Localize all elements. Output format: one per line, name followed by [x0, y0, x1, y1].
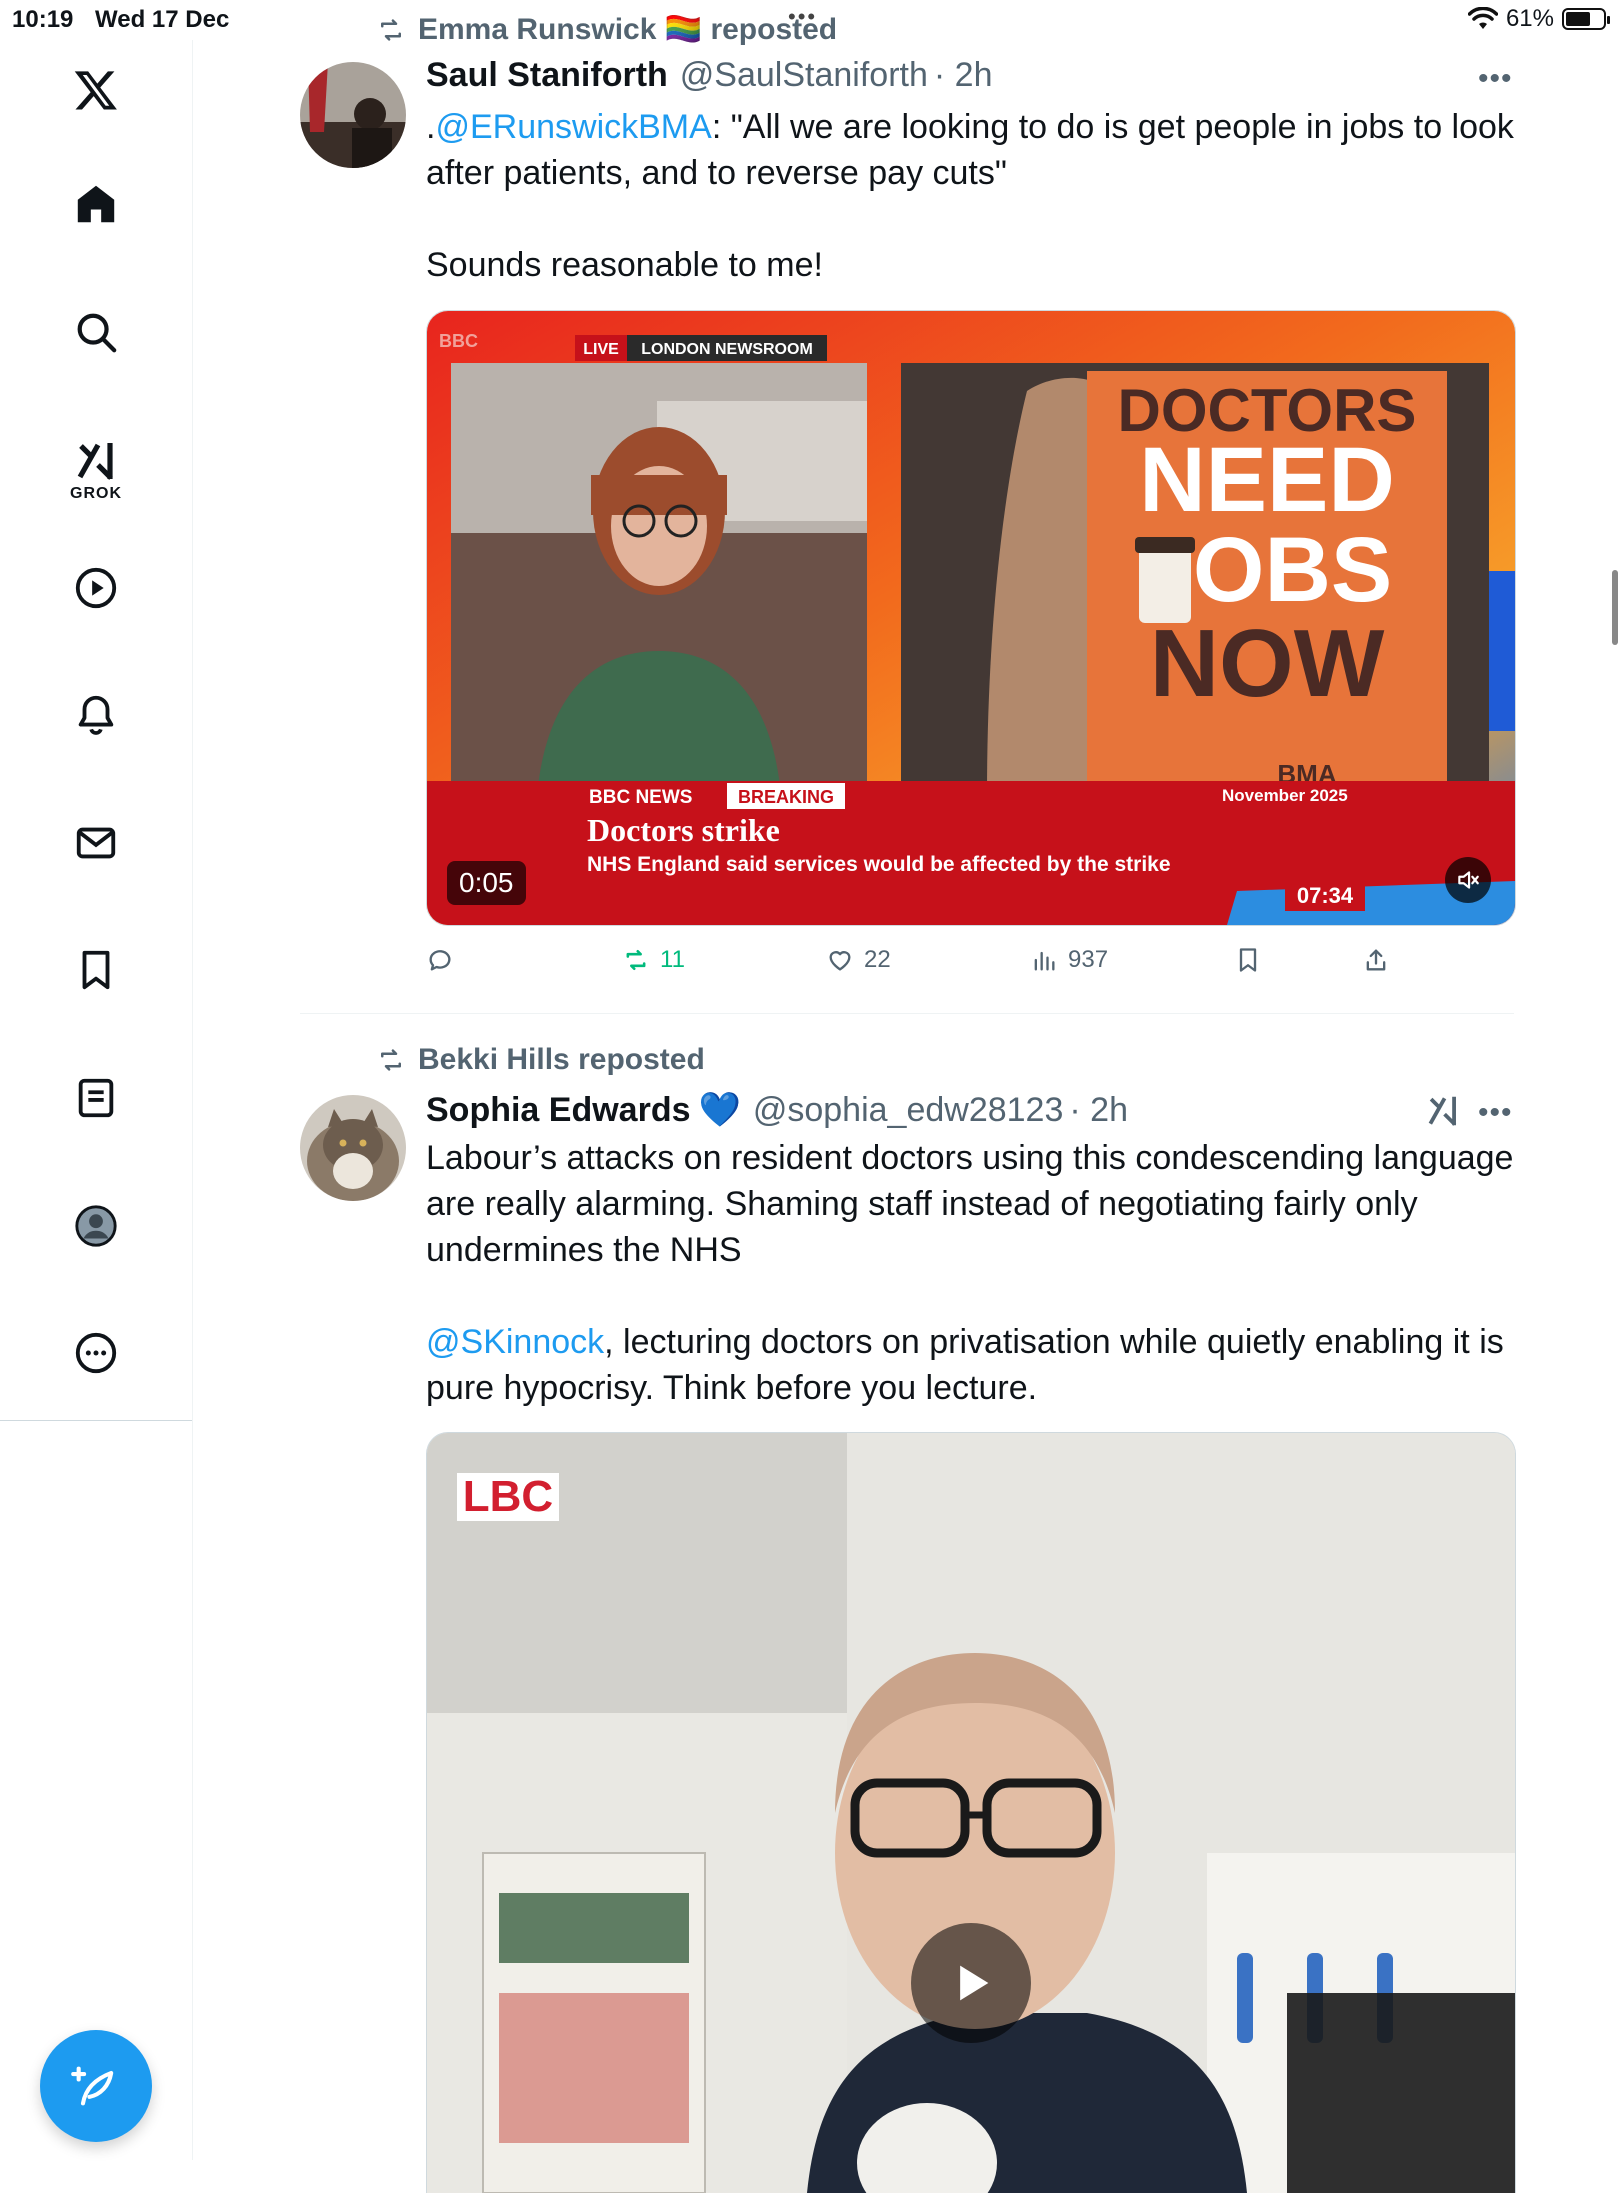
sign-text-line2: NEED [1139, 429, 1395, 531]
sidebar-item-explore[interactable] [66, 302, 126, 362]
mention-link[interactable]: @ERunswickBMA [435, 108, 711, 146]
video-player[interactable]: LBC [426, 1432, 1516, 2193]
post-text: .@ERunswickBMA: "All we are looking to d… [426, 104, 1516, 288]
compose-post-button[interactable] [40, 2030, 152, 2142]
author-name[interactable]: Sophia Edwards [426, 1091, 691, 1130]
ticker-tag: BREAKING [738, 787, 834, 807]
repost-button[interactable]: 11 [622, 946, 685, 974]
bookmark-icon [1239, 948, 1257, 972]
share-icon [1366, 949, 1386, 971]
sidebar-item-more[interactable] [66, 1323, 126, 1383]
play-circle-icon [75, 567, 117, 609]
grok-explain-button[interactable] [1424, 1092, 1464, 1132]
sidebar-divider [0, 1420, 192, 1421]
play-icon [960, 1965, 989, 2001]
battery-percent: 61% [1505, 5, 1554, 32]
post-divider [300, 1013, 1514, 1014]
author-name[interactable]: Saul Staniforth [426, 56, 668, 95]
like-count: 22 [864, 946, 891, 973]
mail-icon [76, 827, 116, 859]
repost-context-label: Emma Runswick 🏳️‍🌈 reposted [418, 13, 838, 46]
sidebar-item-bookmarks[interactable] [66, 940, 126, 1000]
sidebar-item-video[interactable] [66, 558, 126, 618]
repost-icon [626, 949, 646, 971]
repost-count: 11 [660, 946, 685, 973]
live-location: LONDON NEWSROOM [641, 341, 813, 358]
profile-avatar-icon [75, 1205, 117, 1247]
repost-context: Emma Runswick 🏳️‍🌈 reposted [376, 12, 837, 47]
scrollbar-thumb[interactable] [1612, 570, 1618, 645]
post-text: Labour’s attacks on resident doctors usi… [426, 1135, 1516, 1411]
author-handle[interactable]: @SaulStaniforth [680, 56, 928, 95]
mention-link[interactable]: @SKinnock [426, 1323, 604, 1361]
bookmark-button[interactable] [1234, 946, 1262, 974]
avatar[interactable] [300, 62, 406, 168]
ticker-brand: BBC NEWS [589, 787, 692, 808]
sidebar-item-lists[interactable] [66, 1068, 126, 1128]
more-circle-icon [75, 1332, 117, 1374]
ticker-clock: 07:34 [1297, 883, 1354, 908]
reply-button[interactable] [426, 946, 454, 974]
repost-icon [381, 1049, 401, 1071]
sidebar-item-profile[interactable] [66, 1196, 126, 1256]
post-time[interactable]: · 2h [934, 56, 993, 95]
sidebar-item-grok-label: GROK [70, 485, 122, 502]
status-date: Wed 17 Dec [95, 6, 230, 33]
post-time[interactable]: · 2h [1069, 1091, 1128, 1130]
views-button[interactable]: 937 [1030, 946, 1108, 974]
x-logo-icon[interactable] [66, 60, 126, 120]
muted-speaker-icon [1458, 871, 1479, 889]
status-right: 61% [1467, 5, 1610, 33]
lbc-logo: LBC [463, 1472, 553, 1521]
view-count: 937 [1068, 946, 1109, 973]
live-label: LIVE [583, 341, 619, 358]
sidebar-item-notifications[interactable] [66, 685, 126, 745]
grok-icon [1428, 1096, 1457, 1126]
more-options-icon[interactable]: ••• [1478, 1096, 1513, 1130]
post-header: Sophia Edwards 💙 @sophia_edw28123 · 2h [426, 1090, 1128, 1130]
more-options-icon[interactable]: ••• [1478, 62, 1513, 96]
reply-icon [429, 950, 451, 971]
grok-icon [77, 443, 113, 480]
sidebar-item-grok[interactable]: GROK [66, 425, 126, 515]
play-button[interactable] [911, 1923, 1031, 2043]
status-time: 10:19 [12, 6, 74, 33]
sidebar-item-home[interactable] [66, 174, 126, 234]
share-button[interactable] [1362, 946, 1390, 974]
heart-icon [829, 951, 851, 971]
post-header: Saul Staniforth @SaulStaniforth · 2h [426, 56, 992, 95]
post-actions: 11 22 937 [426, 946, 1514, 986]
repost-context-label: Bekki Hills reposted [418, 1043, 705, 1076]
compose-feather-icon [71, 2066, 114, 2106]
video-frame: DOCTORS NEED JOBS NOW BMA BBC LIVE LONDO… [427, 311, 1515, 925]
bookmark-icon [82, 950, 110, 990]
like-button[interactable]: 22 [826, 946, 891, 974]
sidebar-item-messages[interactable] [66, 813, 126, 873]
repost-context: Bekki Hills reposted [376, 1043, 705, 1077]
video-elapsed-time: 0:05 [447, 861, 526, 905]
search-icon [77, 313, 117, 353]
views-chart-icon [1034, 951, 1055, 971]
sign-text-line4: NOW [1150, 610, 1385, 717]
home-icon [77, 185, 115, 223]
ticker-date: November 2025 [1222, 786, 1348, 805]
repost-icon [381, 18, 401, 41]
post-text-line2: Sounds reasonable to me! [426, 246, 823, 284]
list-icon [78, 1078, 114, 1118]
video-frame: LBC [427, 1433, 1515, 2193]
author-handle[interactable]: @sophia_edw28123 [753, 1091, 1064, 1130]
video-player[interactable]: DOCTORS NEED JOBS NOW BMA BBC LIVE LONDO… [426, 310, 1516, 926]
bbc-logo-small: BBC [439, 331, 478, 351]
ticker-subline: NHS England said services would be affec… [587, 853, 1171, 876]
wifi-icon [1467, 7, 1498, 29]
battery-icon [1562, 8, 1610, 30]
sidebar: GROK [0, 40, 193, 2160]
bell-icon [78, 695, 114, 735]
mute-button[interactable] [1445, 857, 1491, 903]
avatar[interactable] [300, 1095, 406, 1201]
blue-heart-badge: 💙 [698, 1091, 741, 1129]
ticker-headline: Doctors strike [587, 812, 780, 848]
post-text-para1: Labour’s attacks on resident doctors usi… [426, 1139, 1514, 1269]
